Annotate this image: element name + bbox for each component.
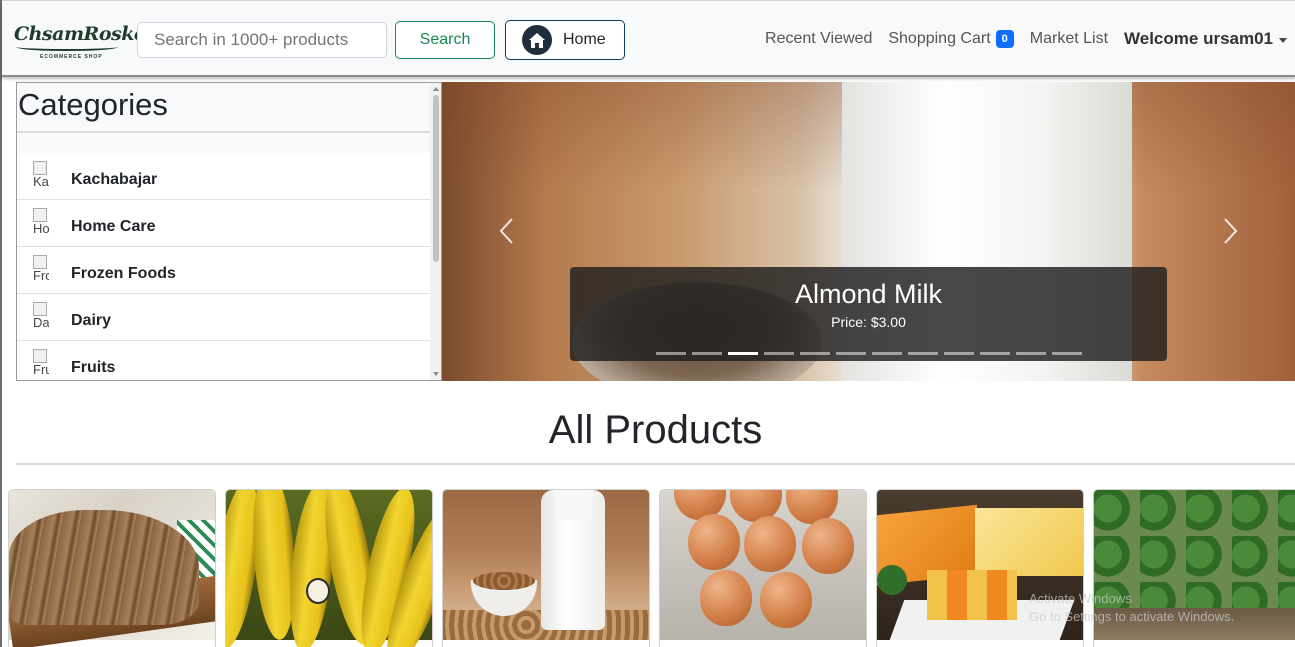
scroll-thumb[interactable] bbox=[433, 95, 439, 262]
category-image-broken-icon: Froz bbox=[33, 255, 49, 285]
category-label: Frozen Foods bbox=[71, 265, 176, 282]
all-products-title: All Products bbox=[548, 408, 763, 452]
carousel-indicator[interactable] bbox=[656, 352, 686, 355]
welcome-label: Welcome ursam01 bbox=[1124, 29, 1273, 48]
carousel-product-price: Price: $3.00 bbox=[831, 314, 906, 330]
watermark-line-1: Activate Windows bbox=[1029, 591, 1132, 606]
categories-panel: Categories Kach Kachabajar Hom Home Care Fro… bbox=[16, 82, 442, 381]
category-image-alt: Dair bbox=[33, 315, 49, 330]
search-button[interactable]: Search bbox=[395, 21, 495, 59]
product-image-eggs[interactable] bbox=[660, 490, 866, 640]
nav-links: Recent Viewed Shopping Cart 0 Market Lis… bbox=[765, 29, 1287, 49]
carousel-indicator[interactable] bbox=[908, 352, 938, 355]
category-image-alt: Hom bbox=[33, 221, 49, 236]
carousel-indicator[interactable] bbox=[764, 352, 794, 355]
search-input[interactable] bbox=[137, 22, 387, 58]
category-image-broken-icon: Kach bbox=[33, 161, 49, 191]
category-label: Dairy bbox=[71, 312, 112, 329]
category-item[interactable]: Fruit Fruits bbox=[17, 341, 431, 380]
categories-list: Kach Kachabajar Hom Home Care Froz Frozen Foo… bbox=[17, 153, 441, 380]
shopping-cart-link[interactable]: Shopping Cart 0 bbox=[888, 30, 1014, 48]
category-item[interactable]: Dair Dairy bbox=[17, 294, 431, 341]
logo-swoosh bbox=[16, 43, 118, 51]
carousel-indicator[interactable] bbox=[1016, 352, 1046, 355]
category-item[interactable]: Hom Home Care bbox=[17, 200, 431, 247]
category-image-broken-icon: Fruit bbox=[33, 349, 49, 379]
home-button-label: Home bbox=[563, 31, 606, 48]
carousel-indicator[interactable] bbox=[800, 352, 830, 355]
category-image-alt: Fruit bbox=[33, 362, 49, 377]
carousel-indicator[interactable] bbox=[980, 352, 1010, 355]
recent-viewed-link[interactable]: Recent Viewed bbox=[765, 30, 872, 48]
carousel-indicator[interactable] bbox=[944, 352, 974, 355]
scroll-down-arrow-icon[interactable] bbox=[433, 372, 439, 376]
watermark-line-2: Go to Settings to activate Windows. bbox=[1029, 609, 1235, 624]
caret-down-icon bbox=[1279, 37, 1287, 43]
category-item[interactable]: Froz Frozen Foods bbox=[17, 247, 431, 294]
carousel-indicators bbox=[656, 352, 1082, 355]
carousel-next-icon[interactable] bbox=[1223, 217, 1239, 245]
product-card-eggs[interactable] bbox=[659, 489, 867, 647]
category-label: Fruits bbox=[71, 359, 116, 376]
category-image-alt: Froz bbox=[33, 268, 49, 283]
product-card-bread[interactable] bbox=[8, 489, 216, 647]
carousel-indicator[interactable] bbox=[1052, 352, 1082, 355]
fairtrade-sticker bbox=[306, 578, 330, 604]
home-button[interactable]: Home bbox=[505, 20, 625, 60]
market-list-link[interactable]: Market List bbox=[1030, 30, 1108, 48]
carousel-caption: Almond Milk Price: $3.00 bbox=[570, 267, 1167, 361]
carousel-indicator[interactable] bbox=[692, 352, 722, 355]
carousel-product-title: Almond Milk bbox=[794, 279, 943, 309]
cart-count-badge: 0 bbox=[995, 30, 1014, 48]
category-image-broken-icon: Dair bbox=[33, 302, 49, 332]
carousel-indicator[interactable] bbox=[728, 352, 758, 355]
categories-scrollbar[interactable] bbox=[430, 83, 441, 380]
product-image-almond-milk[interactable] bbox=[443, 490, 649, 640]
product-card-banana[interactable] bbox=[225, 489, 433, 647]
product-image-banana[interactable] bbox=[226, 490, 432, 647]
category-label: Home Care bbox=[71, 218, 156, 235]
user-menu-dropdown[interactable]: Welcome ursam01 bbox=[1124, 29, 1287, 49]
home-icon bbox=[522, 25, 552, 55]
section-divider bbox=[16, 463, 1295, 465]
categories-title: Categories bbox=[17, 83, 441, 133]
categories-spacer bbox=[17, 133, 441, 153]
product-card-almond-milk[interactable] bbox=[442, 489, 650, 647]
windows-activation-watermark: Activate Windows Go to Settings to activ… bbox=[1029, 590, 1234, 626]
carousel-indicator[interactable] bbox=[836, 352, 866, 355]
logo-text: ChsamRosko bbox=[14, 23, 147, 45]
category-item[interactable]: Kach Kachabajar bbox=[17, 153, 431, 200]
scroll-up-arrow-icon[interactable] bbox=[433, 87, 439, 91]
category-label: Kachabajar bbox=[71, 171, 158, 188]
category-image-alt: Kach bbox=[33, 174, 49, 189]
product-carousel: Almond Milk Price: $3.00 bbox=[442, 82, 1295, 381]
shopping-cart-label: Shopping Cart bbox=[888, 30, 991, 47]
carousel-prev-icon[interactable] bbox=[498, 217, 514, 245]
category-image-broken-icon: Hom bbox=[33, 208, 49, 238]
logo-subtitle: ECOMMERCE SHOP bbox=[40, 54, 103, 60]
navbar: ChsamRosko ECOMMERCE SHOP Search Home Re… bbox=[2, 0, 1295, 77]
product-image-bread[interactable] bbox=[9, 490, 215, 647]
brand-logo[interactable]: ChsamRosko ECOMMERCE SHOP bbox=[14, 23, 147, 65]
carousel-indicator[interactable] bbox=[872, 352, 902, 355]
